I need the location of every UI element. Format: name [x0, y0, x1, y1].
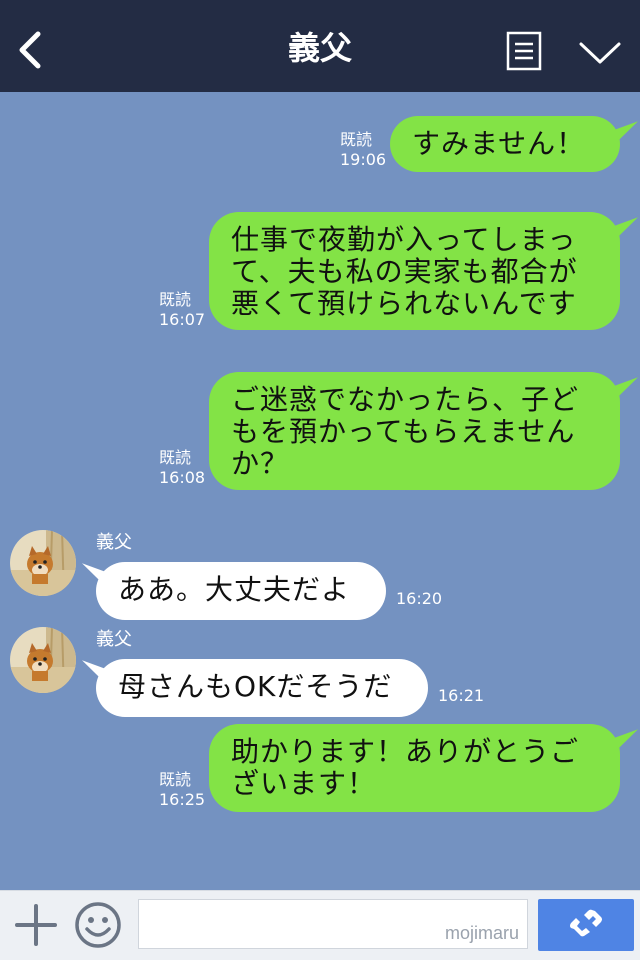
message-input[interactable]: mojimaru — [138, 899, 528, 949]
message-meta: 既読 16:07 — [159, 290, 205, 330]
sender-name: 義父 — [96, 532, 132, 553]
call-button[interactable] — [538, 899, 634, 951]
message-time: 16:25 — [159, 790, 206, 809]
read-receipt: 既読 — [159, 448, 192, 467]
read-receipt: 既読 — [159, 290, 192, 309]
message-time: 19:06 — [340, 150, 387, 169]
sender-name: 義父 — [96, 629, 132, 650]
message-time: 16:07 — [159, 310, 206, 329]
outgoing-message-bubble[interactable]: 仕事で夜勤が入ってしまって、夫も私の実家も都合が悪くて預けられないんです — [209, 212, 620, 330]
message-time: 16:21 — [438, 686, 485, 705]
smiley-icon[interactable] — [74, 901, 122, 949]
plus-icon[interactable] — [14, 903, 58, 947]
watermark-text: mojimaru — [444, 923, 519, 943]
message-time: 16:08 — [159, 468, 206, 487]
outgoing-message-bubble[interactable]: すみません！ — [390, 116, 620, 172]
message-meta: 既読 16:08 — [159, 448, 205, 488]
message-meta: 既読 16:25 — [159, 770, 205, 810]
outgoing-message-bubble[interactable]: ご迷惑でなかったら、子どもを預かってもらえませんか？ — [209, 372, 620, 490]
outgoing-message-bubble[interactable]: 助かります！ありがとうございます！ — [209, 724, 620, 812]
message-list[interactable]: 既読 19:06 すみません！ 既読 16:07 仕事で夜勤が入ってしまって、夫… — [0, 92, 640, 890]
contact-avatar[interactable] — [10, 530, 76, 596]
incoming-message-bubble[interactable]: 母さんもOKだそうだ — [96, 659, 428, 717]
chevron-down-icon[interactable] — [578, 38, 622, 68]
document-list-icon[interactable] — [506, 31, 542, 71]
message-time: 16:20 — [396, 589, 443, 608]
chat-title: 義父 — [287, 29, 352, 67]
contact-avatar[interactable] — [10, 627, 76, 693]
incoming-message-bubble[interactable]: ああ。大丈夫だよ — [96, 562, 386, 620]
chat-header: 義父 — [0, 0, 640, 92]
read-receipt: 既読 — [340, 130, 373, 149]
read-receipt: 既読 — [159, 770, 192, 789]
phone-icon — [570, 909, 602, 937]
message-meta: 既読 19:06 — [340, 130, 386, 170]
message-input-bar: mojimaru — [0, 890, 640, 960]
